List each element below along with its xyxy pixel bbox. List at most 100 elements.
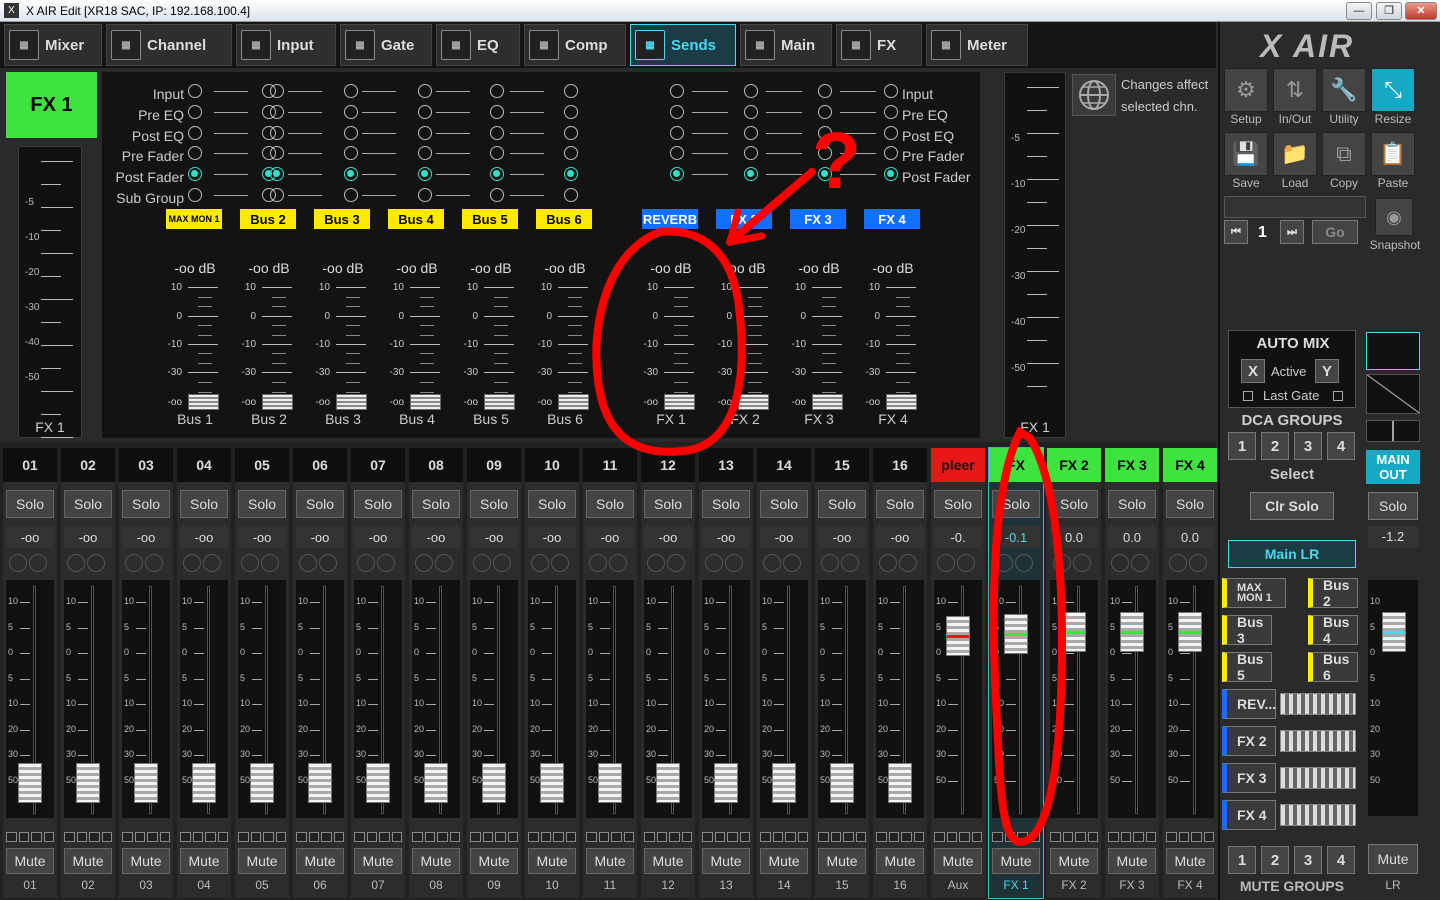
send-tap-radio[interactable]	[344, 126, 358, 140]
pan-knob[interactable]	[1111, 554, 1129, 572]
pan-knob[interactable]	[937, 554, 955, 572]
automix-y-button[interactable]: Y	[1315, 359, 1339, 383]
bus-select-button[interactable]: FX 2	[1222, 726, 1276, 756]
send-tap-radio[interactable]	[490, 84, 504, 98]
pan-knob[interactable]	[1073, 554, 1091, 572]
send-badge[interactable]: FX 4	[864, 209, 920, 229]
dca-button-1[interactable]: 1	[1228, 432, 1256, 460]
solo-button[interactable]: Solo	[1050, 490, 1098, 518]
tab-eq[interactable]: ▦ EQ	[436, 24, 520, 66]
bus-select-button[interactable]: FX 3	[1222, 763, 1276, 793]
pan-knob[interactable]	[29, 554, 47, 572]
fx-send-tap-radio[interactable]	[670, 84, 684, 98]
send-fader[interactable]: -oo dB 10 0 -10 -30 -oo FX 1	[636, 260, 706, 430]
fader-knob[interactable]	[1120, 612, 1144, 652]
solo-button[interactable]: Solo	[644, 490, 692, 518]
fx-send-tap-radio[interactable]	[744, 126, 758, 140]
send-fader-knob[interactable]	[886, 394, 917, 410]
automix-x-button[interactable]: X	[1241, 359, 1265, 383]
master-tap-radio[interactable]	[188, 146, 202, 160]
send-tap-radio[interactable]	[270, 84, 284, 98]
tab-input[interactable]: ▦ Input	[236, 24, 336, 66]
fader-knob[interactable]	[366, 763, 390, 804]
pan-knob[interactable]	[783, 554, 801, 572]
bus-select-button[interactable]: Bus 6	[1308, 651, 1358, 683]
send-badge[interactable]: Bus 3	[314, 209, 370, 229]
send-tap-radio[interactable]	[344, 105, 358, 119]
send-fader-knob[interactable]	[558, 394, 589, 410]
fader-knob[interactable]	[714, 763, 738, 804]
pan-knob[interactable]	[821, 554, 839, 572]
pan-knob[interactable]	[551, 554, 569, 572]
fx-master-tap-radio[interactable]	[884, 167, 898, 181]
inout-button[interactable]: ⇅	[1273, 68, 1317, 112]
send-tap-radio[interactable]	[418, 84, 432, 98]
resize-button[interactable]: ⤡	[1371, 68, 1415, 112]
strip-name[interactable]: FX	[989, 448, 1043, 482]
strip-name[interactable]: 03	[119, 448, 173, 482]
fader-knob[interactable]	[1062, 612, 1086, 652]
send-tap-radio[interactable]	[564, 105, 578, 119]
mute-group-button-3[interactable]: 3	[1294, 846, 1322, 874]
pan-knob[interactable]	[67, 554, 85, 572]
bus-select-button[interactable]: Bus 3	[1222, 614, 1272, 646]
fader-knob[interactable]	[192, 763, 216, 804]
master-tap-radio[interactable]	[188, 126, 202, 140]
pan-knob[interactable]	[493, 554, 511, 572]
fx-master-tap-radio[interactable]	[884, 84, 898, 98]
tab-gate[interactable]: ▦ Gate	[340, 24, 432, 66]
mute-button[interactable]: Mute	[1050, 848, 1098, 874]
save-button[interactable]: 💾	[1224, 132, 1268, 176]
pan-knob[interactable]	[1053, 554, 1071, 572]
pan-knob[interactable]	[899, 554, 917, 572]
strip-name[interactable]: 07	[351, 448, 405, 482]
pan-knob[interactable]	[145, 554, 163, 572]
strip-name[interactable]: 14	[757, 448, 811, 482]
send-fader[interactable]: -oo dB 10 0 -10 -30 -oo FX 3	[784, 260, 854, 430]
fader-knob[interactable]	[1004, 614, 1028, 655]
setup-button[interactable]: ⚙	[1224, 68, 1268, 112]
main-fader-knob[interactable]	[1382, 612, 1406, 652]
pan-knob[interactable]	[261, 554, 279, 572]
pan-knob[interactable]	[87, 554, 105, 572]
solo-button[interactable]: Solo	[412, 490, 460, 518]
send-tap-radio[interactable]	[490, 105, 504, 119]
strip-name[interactable]: 09	[467, 448, 521, 482]
send-tap-radio[interactable]	[418, 188, 432, 202]
pan-knob[interactable]	[879, 554, 897, 572]
tab-channel[interactable]: ▦ Channel	[106, 24, 232, 66]
pan-knob[interactable]	[995, 554, 1013, 572]
send-fader-knob[interactable]	[484, 394, 515, 410]
snapshot-go-button[interactable]: Go	[1312, 220, 1358, 244]
send-fader-knob[interactable]	[664, 394, 695, 410]
last-gate-checkbox-x[interactable]	[1243, 391, 1253, 401]
solo-button[interactable]: Solo	[702, 490, 750, 518]
send-badge[interactable]: Bus 4	[388, 209, 444, 229]
send-fader-knob[interactable]	[336, 394, 367, 410]
tab-fx[interactable]: ▦ FX	[836, 24, 922, 66]
mute-button[interactable]: Mute	[528, 848, 576, 874]
send-tap-radio[interactable]	[344, 167, 358, 181]
mute-button[interactable]: Mute	[354, 848, 402, 874]
solo-button[interactable]: Solo	[470, 490, 518, 518]
solo-button[interactable]: Solo	[876, 490, 924, 518]
send-tap-radio[interactable]	[564, 188, 578, 202]
fader-knob[interactable]	[134, 763, 158, 804]
snapshot-name-field[interactable]	[1224, 196, 1366, 218]
solo-button[interactable]: Solo	[64, 490, 112, 518]
master-tap-radio[interactable]	[188, 84, 202, 98]
strip-name[interactable]: 05	[235, 448, 289, 482]
fx-master-tap-radio[interactable]	[884, 126, 898, 140]
pan-knob[interactable]	[435, 554, 453, 572]
fader-knob[interactable]	[598, 763, 622, 804]
tab-comp[interactable]: ▦ Comp	[524, 24, 626, 66]
bus-select-button[interactable]: Bus 5	[1222, 651, 1272, 683]
send-tap-radio[interactable]	[418, 105, 432, 119]
mute-button[interactable]: Mute	[1108, 848, 1156, 874]
strip-name[interactable]: 02	[61, 448, 115, 482]
main-out-label[interactable]: MAIN OUT	[1366, 450, 1420, 484]
pan-knob[interactable]	[841, 554, 859, 572]
send-badge[interactable]: REVERB	[642, 209, 698, 229]
send-tap-radio[interactable]	[344, 146, 358, 160]
main-lr-button[interactable]: Main LR	[1228, 540, 1356, 568]
